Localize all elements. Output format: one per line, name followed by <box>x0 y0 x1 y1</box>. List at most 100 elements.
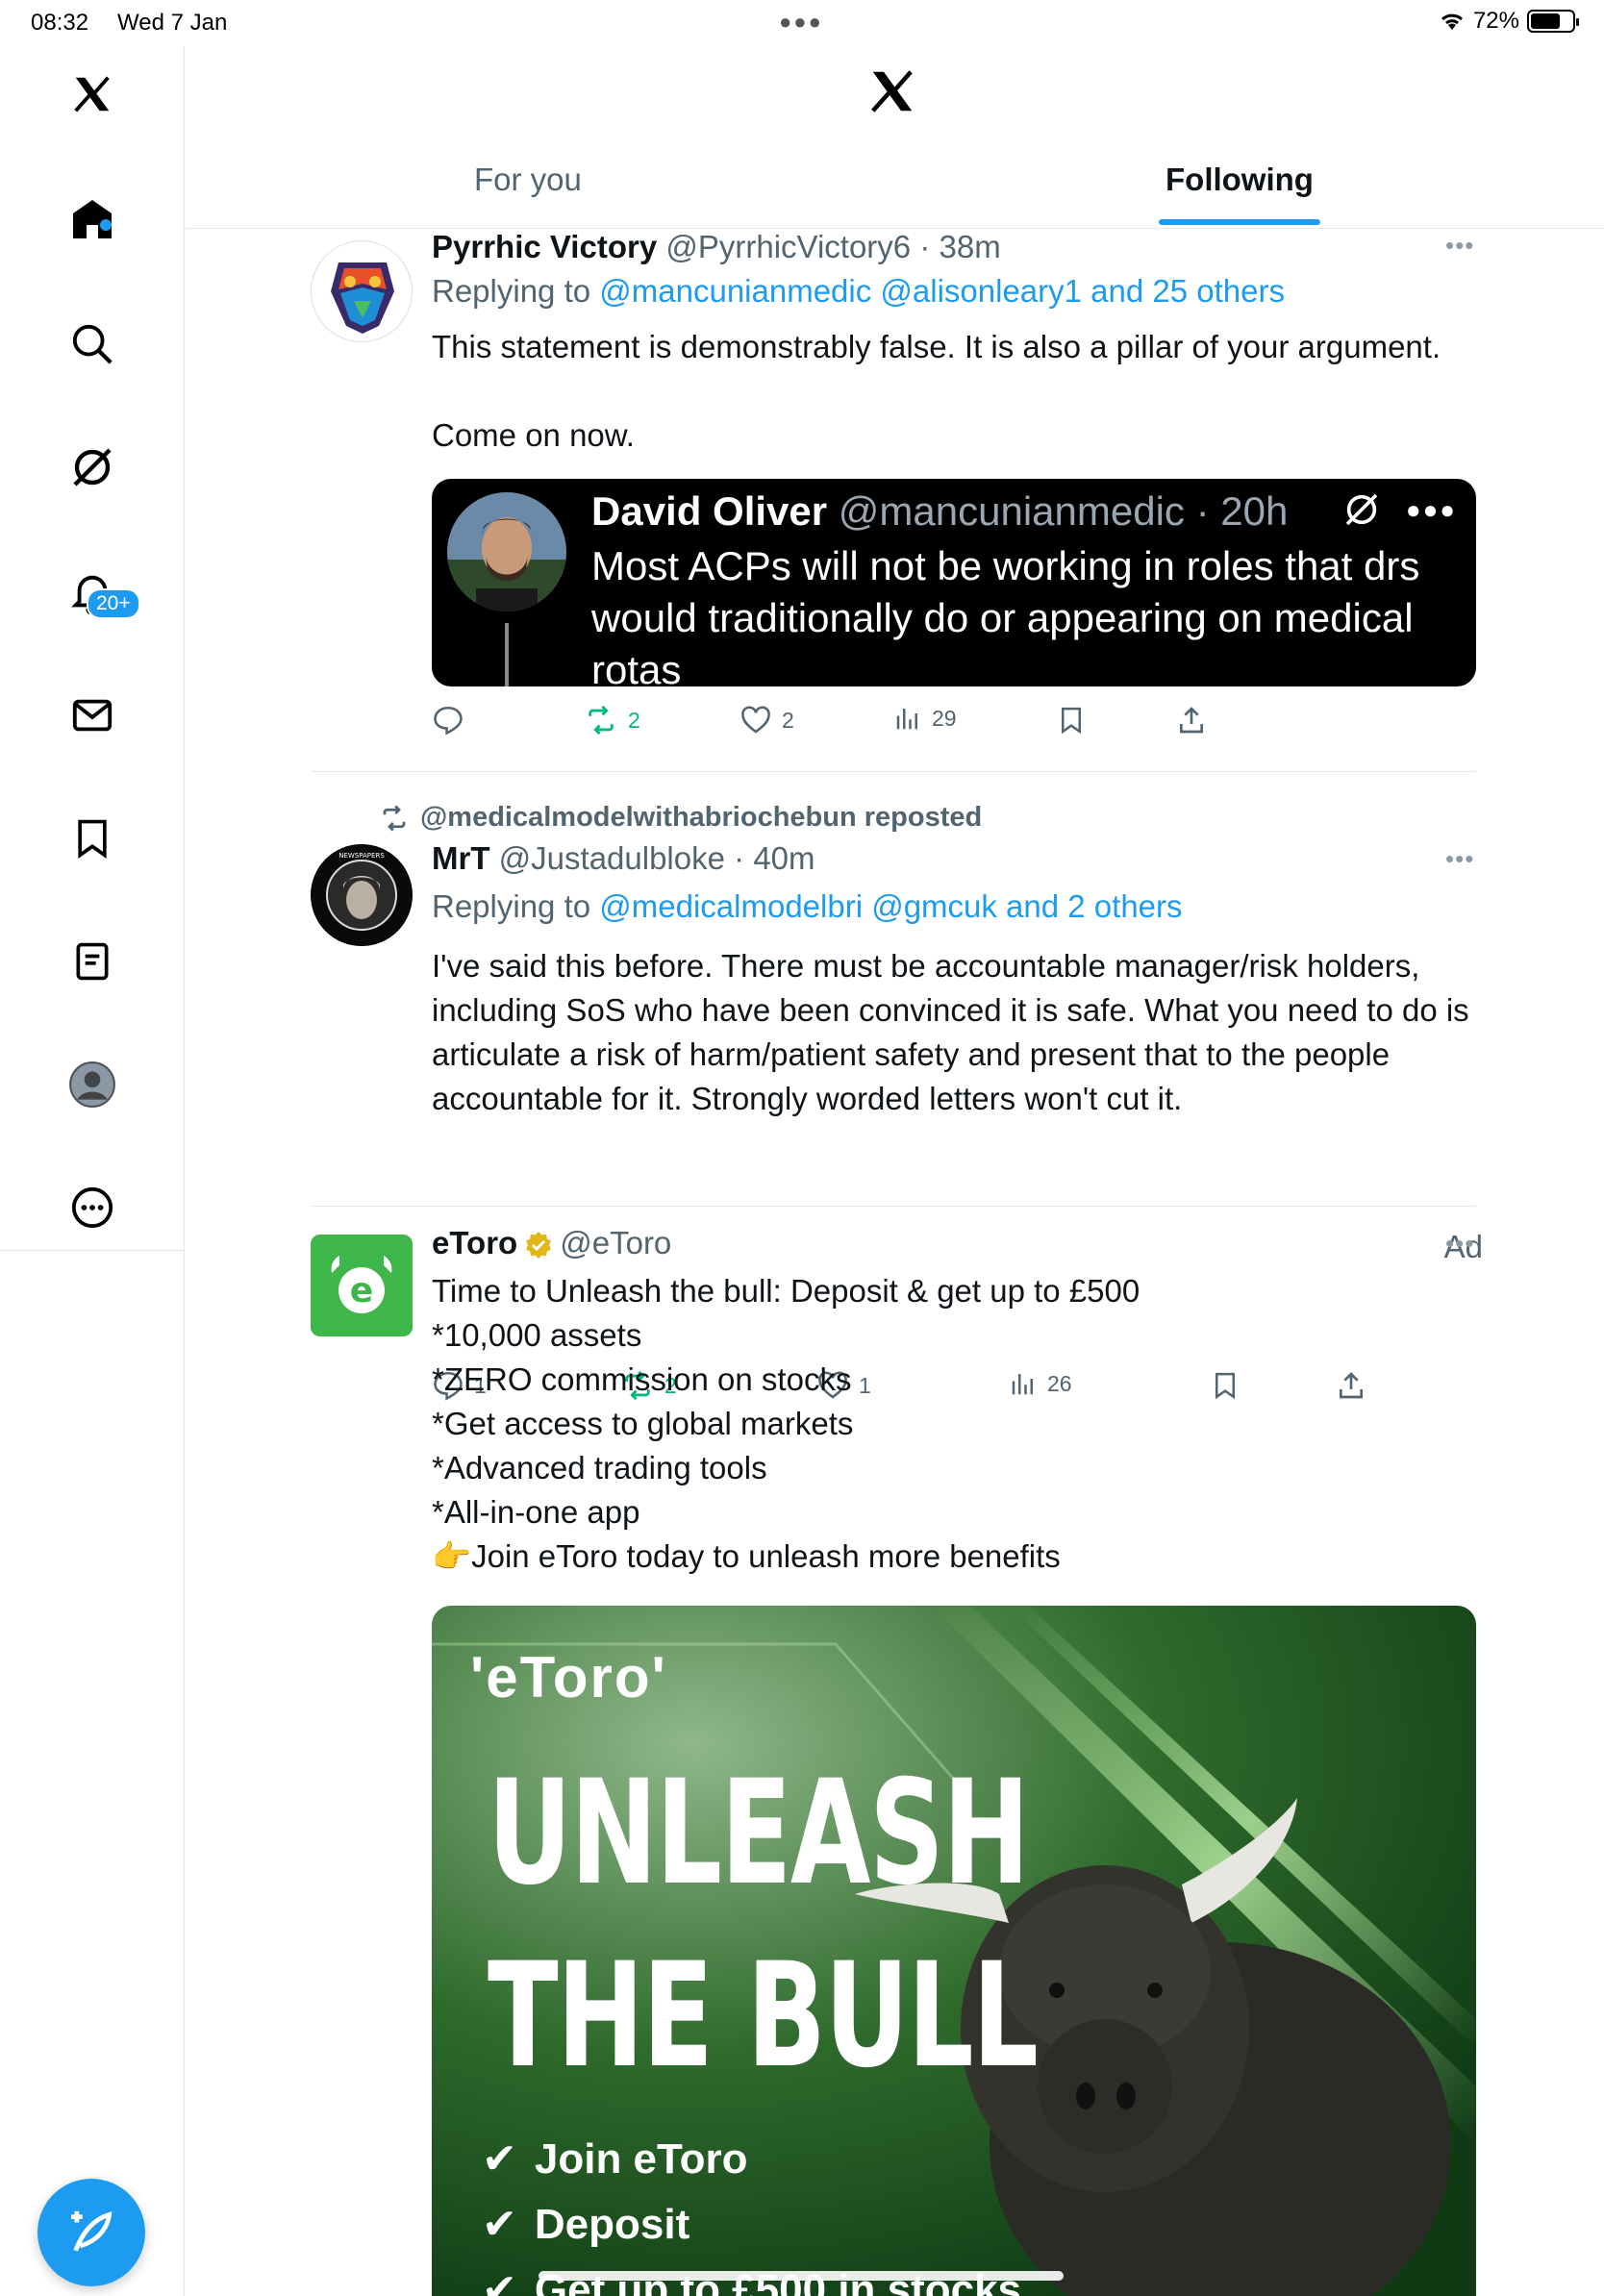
tweet-text: I've said this before. There must be acc… <box>432 948 1469 1116</box>
quoted-tweet-time[interactable]: 20h <box>1220 488 1288 534</box>
tweet-more-icon[interactable]: ••• <box>1445 231 1474 261</box>
author-name[interactable]: Pyrrhic Victory <box>432 229 657 264</box>
author-handle[interactable]: @PyrrhicVictory6 <box>665 229 911 264</box>
author-handle[interactable]: @Justadulbloke <box>499 840 725 876</box>
author-handle[interactable]: @eToro <box>560 1225 671 1260</box>
notifications-badge: 20+ <box>87 588 140 619</box>
quoted-author-name[interactable]: David Oliver <box>591 488 827 534</box>
replying-to-line: Replying to @medicalmodelbri @gmcuk and … <box>432 888 1183 925</box>
tweet-author-line: Pyrrhic Victory @PyrrhicVictory6 · 38m <box>432 229 1001 265</box>
multitasking-dots-icon[interactable]: ●●● <box>779 10 823 35</box>
like-count: 2 <box>782 707 794 733</box>
repost-button[interactable]: 2 <box>584 704 640 736</box>
svg-text:NEWSPAPERS: NEWSPAPERS <box>338 852 385 860</box>
tab-for-you[interactable]: For you <box>474 162 582 198</box>
checkmark-icon: ✔ <box>482 2135 517 2183</box>
avatar[interactable] <box>311 240 413 342</box>
quoted-more-icon[interactable]: ●●● <box>1406 495 1457 525</box>
status-right: 72% <box>1439 8 1579 35</box>
repost-count: 2 <box>628 707 640 733</box>
quoted-icons: ●●● <box>1342 490 1457 529</box>
status-bar: 08:32 Wed 7 Jan ●●● 72% <box>0 0 1604 46</box>
tweet-author-line: eToro @eToro <box>432 1225 671 1261</box>
tweet-divider <box>311 1206 1476 1207</box>
replying-to-line: Replying to @mancunianmedic @alisonleary… <box>432 273 1285 310</box>
avatar[interactable]: NEWSPAPERS <box>311 844 413 946</box>
replying-to-prefix: Replying to <box>432 888 600 924</box>
thread-line <box>505 623 509 686</box>
ad-check-label: Join eToro <box>534 2134 748 2183</box>
x-logo-icon[interactable] <box>54 56 131 133</box>
views-button[interactable]: 29 <box>893 704 957 733</box>
replying-to-link[interactable]: @mancunianmedic @alisonleary1 and 25 oth… <box>599 273 1285 309</box>
timeline-header: For you Following <box>186 46 1604 229</box>
author-name[interactable]: eToro <box>432 1225 517 1260</box>
grok-icon[interactable] <box>1342 490 1381 529</box>
compose-button[interactable] <box>38 2179 145 2286</box>
tweet-text: Time to Unleash the bull: Deposit & get … <box>432 1273 1140 1574</box>
grok-icon[interactable] <box>54 429 131 506</box>
compose-feather-icon <box>71 2210 113 2252</box>
ad-check-item: ✔ Get up to £500 in stocks <box>482 2265 1021 2296</box>
repost-context: @medicalmodelwithabriochebun reposted <box>378 802 982 834</box>
tweet-author-line: MrT @Justadulbloke · 40m <box>432 840 815 877</box>
tweet-actions: 2 2 29 <box>432 704 1476 742</box>
dot-separator: · <box>724 840 754 876</box>
profile-avatar-icon[interactable] <box>54 1046 131 1123</box>
battery-level <box>1531 13 1561 29</box>
replying-to-prefix: Replying to <box>432 273 600 309</box>
bookmarks-icon[interactable] <box>54 800 131 877</box>
ad-headline-line-2: THE BULL <box>488 1933 1039 2100</box>
heart-icon <box>741 706 770 734</box>
ad-headline-line-1: UNLEASH <box>488 1750 1030 1917</box>
ad-check-item: ✔ Deposit <box>482 2200 689 2249</box>
svg-text:e: e <box>350 1271 373 1310</box>
home-indicator[interactable] <box>539 2271 1064 2281</box>
tweet-divider <box>311 771 1476 772</box>
bookmark-button[interactable] <box>1057 704 1086 736</box>
quoted-avatar[interactable] <box>447 492 566 611</box>
battery-icon <box>1527 10 1579 33</box>
lists-icon[interactable] <box>54 923 131 1000</box>
tweet-time[interactable]: 40m <box>753 840 815 876</box>
avatar[interactable]: e <box>311 1235 413 1336</box>
more-icon[interactable] <box>54 1169 131 1246</box>
status-time: 08:32 <box>31 10 89 36</box>
repost-icon <box>589 705 614 736</box>
like-button[interactable]: 2 <box>739 704 794 736</box>
status-date: Wed 7 Jan <box>117 10 228 36</box>
quoted-tweet[interactable]: David Oliver @mancunianmedic · 20h ●●● M… <box>432 479 1476 686</box>
tab-following[interactable]: Following <box>1165 162 1314 198</box>
tweet-more-icon[interactable]: ••• <box>1445 844 1474 874</box>
ad-check-label: Deposit <box>534 2200 690 2248</box>
dot-separator: · <box>1184 488 1221 534</box>
share-button[interactable] <box>1176 704 1207 736</box>
etoro-logo: 'eToro' <box>470 1645 667 1710</box>
replying-to-link[interactable]: @medicalmodelbri @gmcuk and 2 others <box>599 888 1182 924</box>
tweet-text: This statement is demonstrably false. It… <box>432 329 1441 453</box>
battery-percent: 72% <box>1472 8 1519 34</box>
views-icon <box>896 709 917 730</box>
dot-separator: · <box>911 229 940 264</box>
checkmark-icon: ✔ <box>482 2201 517 2248</box>
search-icon[interactable] <box>54 306 131 383</box>
tweet-more-icon[interactable]: ••• <box>1445 1229 1474 1259</box>
home-unread-dot <box>100 219 112 231</box>
active-tab-indicator <box>1159 219 1320 225</box>
wifi-icon <box>1441 13 1463 30</box>
x-header-logo-icon[interactable] <box>866 65 918 122</box>
sidebar: 20+ <box>0 46 185 2296</box>
ad-image[interactable]: 'eToro' UNLEASH THE BULL ✔ Join eToro ✔ De… <box>432 1606 1476 2296</box>
quoted-author-handle[interactable]: @mancunianmedic <box>839 488 1185 534</box>
checkmark-icon: ✔ <box>482 2266 517 2296</box>
tweet-time[interactable]: 38m <box>939 229 1000 264</box>
author-name[interactable]: MrT <box>432 840 490 876</box>
reply-icon <box>434 706 463 736</box>
views-count: 29 <box>932 705 957 731</box>
messages-icon[interactable] <box>54 677 131 754</box>
bookmark-icon <box>1062 707 1081 735</box>
repost-icon <box>383 805 406 831</box>
reposted-by[interactable]: @medicalmodelwithabriochebun reposted <box>420 802 982 834</box>
home-icon[interactable] <box>54 181 131 258</box>
reply-button[interactable] <box>432 704 474 736</box>
